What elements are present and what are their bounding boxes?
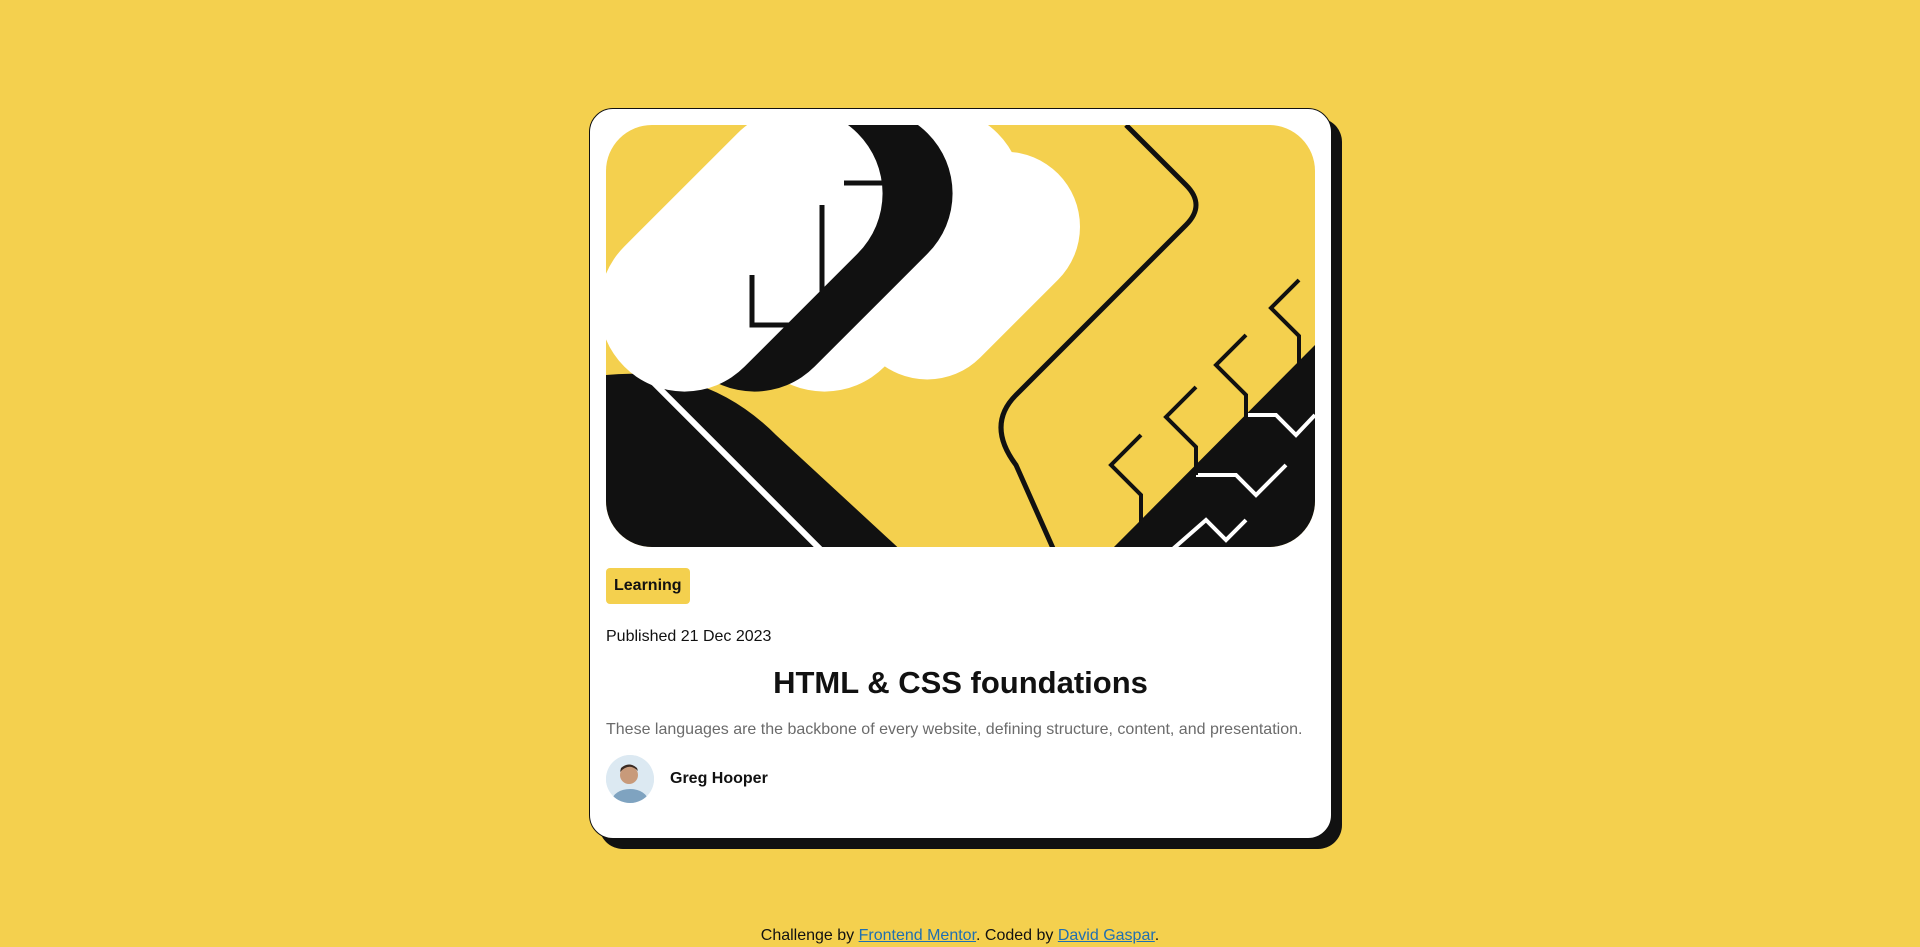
- blog-preview-card: Learning Published 21 Dec 2023 HTML & CS…: [589, 108, 1332, 839]
- card-title[interactable]: HTML & CSS foundations: [606, 663, 1315, 703]
- author-name: Greg Hooper: [670, 770, 768, 787]
- attribution-middle: . Coded by: [976, 927, 1058, 944]
- attribution-footer: Challenge by Frontend Mentor. Coded by D…: [0, 926, 1920, 946]
- author-link[interactable]: David Gaspar: [1058, 927, 1155, 944]
- category-tag[interactable]: Learning: [606, 568, 690, 604]
- card-description: These languages are the backbone of ever…: [606, 721, 1303, 738]
- hero-illustration: [606, 125, 1315, 547]
- published-date: Published 21 Dec 2023: [606, 628, 772, 645]
- author-row: Greg Hooper: [606, 755, 1315, 803]
- attribution-suffix: .: [1154, 927, 1160, 944]
- avatar: [606, 755, 654, 803]
- frontend-mentor-link[interactable]: Frontend Mentor: [859, 927, 976, 944]
- attribution-prefix: Challenge by: [760, 927, 859, 944]
